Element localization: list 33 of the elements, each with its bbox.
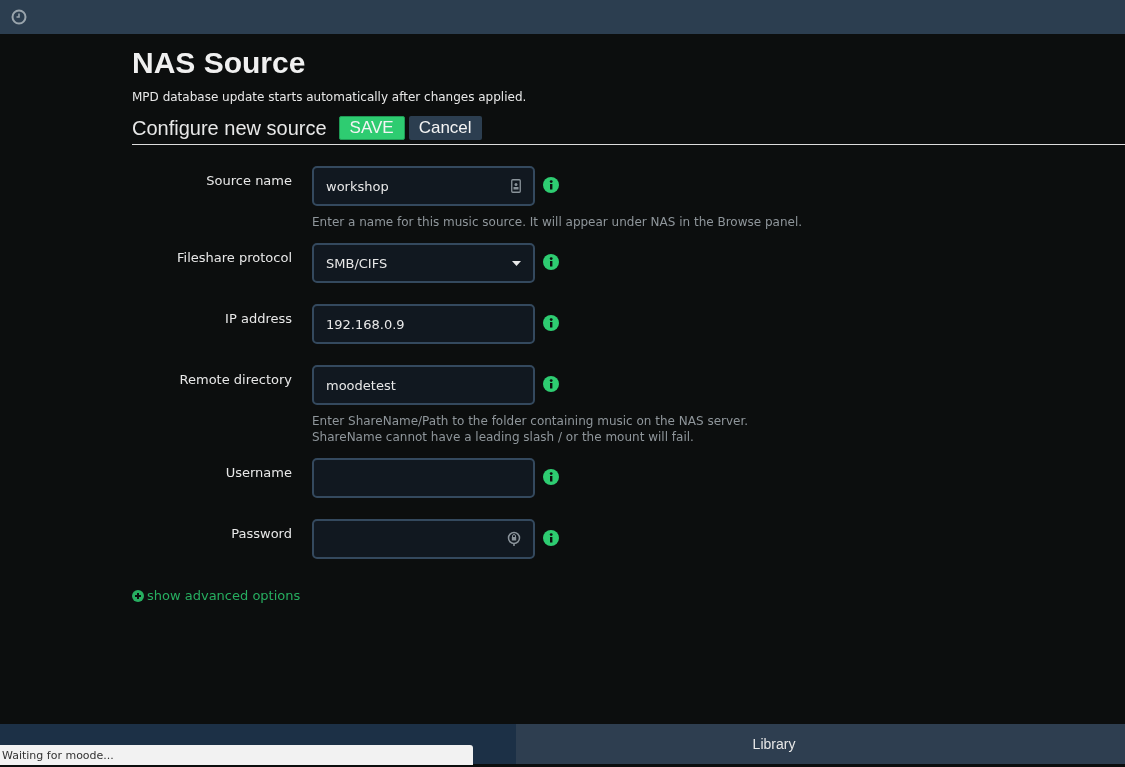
input-field[interactable]: moodetest	[312, 365, 535, 405]
clock-icon[interactable]	[11, 9, 27, 25]
field-label: Username	[224, 464, 292, 480]
plus-circle-icon	[132, 589, 144, 602]
info-icon[interactable]	[543, 530, 559, 546]
nav-tab[interactable]: Library	[516, 724, 1032, 764]
field-label: Password	[230, 525, 292, 541]
section-title: Configure new source	[132, 116, 327, 140]
info-icon[interactable]	[543, 177, 559, 193]
contact-card-icon	[511, 179, 521, 193]
input-field[interactable]	[312, 458, 535, 498]
cancel-button[interactable]: Cancel	[408, 116, 482, 140]
info-icon[interactable]	[543, 315, 559, 331]
status-tooltip: Waiting for moode...	[0, 745, 473, 765]
input-field[interactable]	[312, 519, 535, 559]
info-icon[interactable]	[543, 376, 559, 392]
input-field[interactable]: 192.168.0.9	[312, 304, 535, 344]
caret-icon	[512, 260, 521, 266]
page-subtitle: MPD database update starts automatically after changes applied.	[132, 90, 528, 104]
field-label: Fileshare protocol	[176, 249, 292, 265]
help-text: Enter a name for this music source. It will appear under NAS in the Browse panel.	[312, 214, 804, 230]
select-dropdown[interactable]: SMB/CIFS	[312, 243, 535, 283]
help-text: ShareName cannot have a leading slash / or the mount will fail.	[312, 429, 695, 445]
lock-icon	[507, 531, 521, 547]
page-title: NAS Source	[132, 46, 307, 80]
show-advanced-options-link[interactable]: show advanced options	[132, 588, 301, 603]
info-icon[interactable]	[543, 254, 559, 270]
input-field[interactable]: workshop	[312, 166, 535, 206]
field-label: Remote directory	[178, 371, 292, 387]
help-text: Enter ShareName/Path to the folder containing music on the NAS server.	[312, 413, 750, 429]
field-label: IP address	[224, 310, 292, 326]
info-icon[interactable]	[543, 469, 559, 485]
field-label: Source name	[205, 172, 292, 188]
